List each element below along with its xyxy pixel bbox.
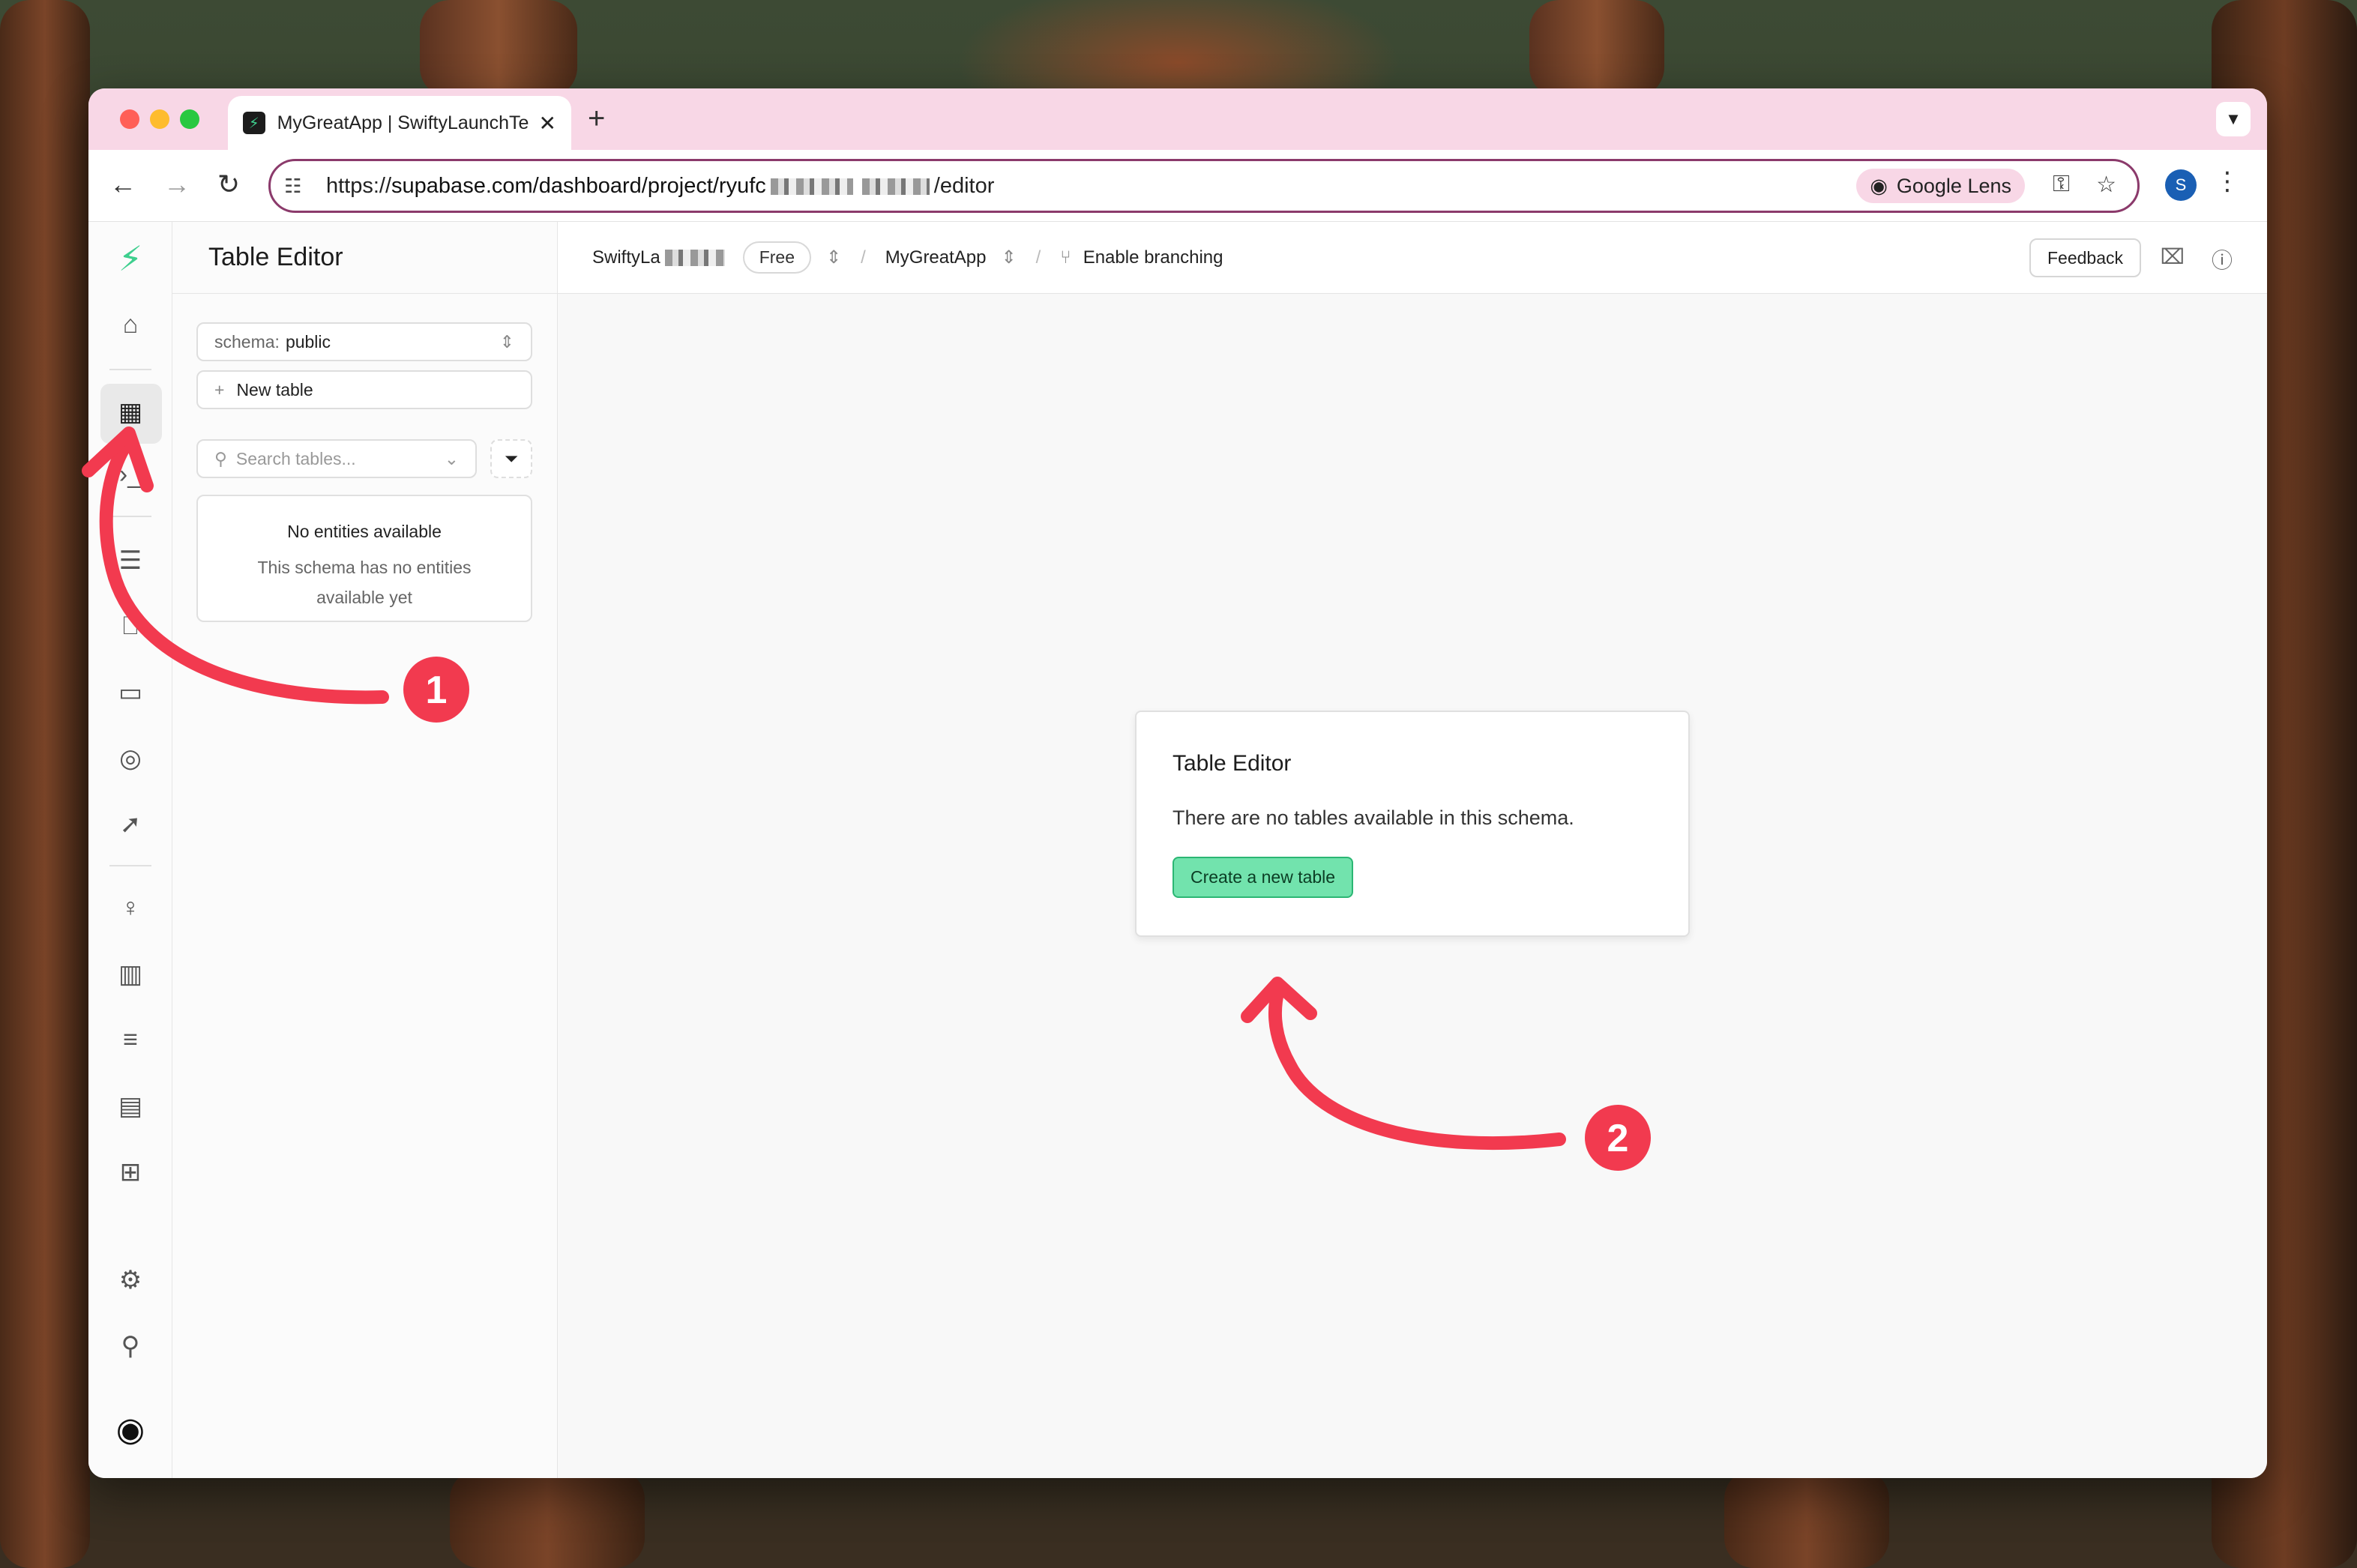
google-lens-button[interactable]: ◉ Google Lens (1856, 169, 2025, 203)
breadcrumb-separator: / (1035, 247, 1041, 268)
background-tree-trunk (0, 0, 90, 1568)
inbox-icon[interactable]: ⌧ (2161, 244, 2185, 269)
supabase-logo-icon[interactable]: ⚡ (88, 238, 172, 279)
database-icon[interactable]: ☰ (88, 546, 172, 576)
reports-icon[interactable]: ▥ (88, 959, 172, 989)
settings-icon[interactable]: ⚙ (88, 1265, 172, 1295)
schema-selector[interactable]: schema: public ⇕ (196, 322, 532, 361)
background-tree-trunk (420, 0, 577, 97)
advisors-icon[interactable]: ♀ (88, 893, 172, 923)
new-table-button[interactable]: + New table (196, 370, 532, 409)
tab-search-chevron-icon[interactable]: ▼ (2216, 102, 2251, 136)
close-window-button[interactable] (120, 109, 139, 129)
storage-icon[interactable]: ▭ (88, 678, 172, 708)
redacted-project-id (770, 178, 853, 195)
url-path-suffix: /editor (933, 173, 995, 198)
plan-badge: Free (742, 241, 811, 274)
new-table-label: New table (236, 379, 313, 399)
reload-icon[interactable]: ↻ (217, 169, 240, 199)
address-bar[interactable]: ☷ https://supabase.com/dashboard/project… (268, 159, 2140, 213)
camera-lens-icon: ◉ (1870, 174, 1888, 197)
site-settings-icon[interactable]: ☷ (284, 175, 314, 198)
rail-divider (109, 516, 151, 517)
nav-rail: ⚡ ⌂ ▦ ›_ ☰ ⎕ ▭ ◎ ➚ ♀ ▥ ≡ ▤ ⊞ ⚙ ⚲ ◉ (88, 222, 172, 1478)
rail-divider (109, 369, 151, 370)
breadcrumb-separator: / (861, 247, 866, 268)
tab-strip: ⚡ MyGreatApp | SwiftyLaunchTe ✕ + ▼ (88, 88, 2267, 150)
project-switcher-icon[interactable]: ⇕ (1002, 247, 1017, 268)
chevron-updown-icon: ⇕ (499, 331, 514, 352)
breadcrumb: SwiftyLa Free ⇕ / MyGreatApp ⇕ / ⑂ Enabl… (558, 222, 2267, 294)
schema-label: schema: (214, 331, 280, 352)
home-icon[interactable]: ⌂ (88, 310, 172, 340)
back-arrow-icon[interactable]: ← (109, 169, 136, 199)
help-icon[interactable]: ⓘ (2212, 244, 2233, 274)
org-switcher-icon[interactable]: ⇕ (826, 247, 841, 268)
empty-entities-panel: No entities available This schema has no… (196, 495, 532, 622)
project-name[interactable]: MyGreatApp (885, 247, 987, 268)
chevron-down-icon: ⌄ (444, 448, 459, 468)
browser-menu-icon[interactable]: ⋮ (2215, 166, 2240, 196)
enable-branching-button[interactable]: Enable branching (1083, 247, 1223, 268)
logs-icon[interactable]: ≡ (88, 1025, 172, 1055)
zoom-window-button[interactable] (180, 109, 199, 129)
supabase-dashboard: ⚡ ⌂ ▦ ›_ ☰ ⎕ ▭ ◎ ➚ ♀ ▥ ≡ ▤ ⊞ ⚙ ⚲ ◉ Table… (88, 222, 2267, 1478)
background-tree-trunk (450, 1469, 645, 1568)
empty-desc-line1: This schema has no entities (257, 558, 472, 577)
browser-toolbar: ← → ↻ ☷ https://supabase.com/dashboard/p… (88, 150, 2267, 222)
search-placeholder: Search tables... (235, 448, 356, 468)
card-title: Table Editor (1173, 751, 1292, 776)
git-branch-icon: ⑂ (1060, 247, 1071, 268)
org-name[interactable]: SwiftyLa (592, 247, 660, 268)
tab-title: MyGreatApp | SwiftyLaunchTe (277, 112, 529, 133)
integrations-icon[interactable]: ⊞ (88, 1157, 172, 1187)
empty-title: No entities available (287, 522, 442, 541)
table-sidebar: Table Editor schema: public ⇕ + New tabl… (172, 222, 558, 1478)
google-lens-label: Google Lens (1896, 174, 2011, 197)
browser-window: ⚡ MyGreatApp | SwiftyLaunchTe ✕ + ▼ ← → … (88, 88, 2267, 1478)
realtime-icon[interactable]: ➚ (88, 809, 172, 839)
account-icon[interactable]: ◉ (88, 1411, 172, 1449)
empty-desc-line2: available yet (316, 588, 412, 607)
filter-funnel-icon: ⏷ (504, 448, 519, 468)
api-docs-icon[interactable]: ▤ (88, 1091, 172, 1121)
forward-arrow-icon[interactable]: → (163, 169, 190, 199)
card-description: There are no tables available in this sc… (1173, 806, 1574, 829)
rail-divider (109, 865, 151, 866)
search-icon: ⚲ (214, 448, 227, 468)
empty-schema-card: Table Editor There are no tables availab… (1135, 711, 1690, 937)
sql-editor-icon[interactable]: ›_ (88, 460, 172, 489)
url-host-path: supabase.com/dashboard/project/ryufc (391, 173, 766, 198)
redacted-project-id (861, 178, 930, 195)
page-title: Table Editor (172, 222, 557, 294)
redacted-org-name (664, 249, 725, 266)
feedback-button[interactable]: Feedback (2029, 238, 2141, 277)
table-editor-icon[interactable]: ▦ (88, 397, 172, 427)
create-table-button[interactable]: Create a new table (1173, 857, 1354, 898)
url-scheme: https:// (326, 173, 392, 198)
tab-close-icon[interactable]: ✕ (539, 111, 556, 136)
new-tab-button[interactable]: + (588, 102, 605, 136)
browser-tab[interactable]: ⚡ MyGreatApp | SwiftyLaunchTe ✕ (228, 96, 571, 150)
bookmark-star-icon[interactable]: ☆ (2096, 172, 2116, 198)
search-icon[interactable]: ⚲ (88, 1331, 172, 1361)
filter-button[interactable]: ⏷ (490, 439, 532, 478)
minimize-window-button[interactable] (150, 109, 169, 129)
profile-avatar[interactable]: S (2165, 169, 2197, 201)
supabase-favicon-icon: ⚡ (243, 112, 265, 134)
background-tree-trunk (1724, 1469, 1889, 1568)
schema-value: public (285, 331, 331, 352)
plus-icon: + (214, 379, 225, 399)
background-tree-trunk (1529, 0, 1664, 97)
edge-functions-icon[interactable]: ◎ (88, 744, 172, 774)
password-key-icon[interactable]: ⚿ (2053, 172, 2070, 197)
empty-description: This schema has no entities available yet (198, 552, 531, 612)
search-tables-input[interactable]: ⚲ Search tables... ⌄ (196, 439, 477, 478)
authentication-icon[interactable]: ⎕ (88, 612, 172, 641)
url-text[interactable]: https://supabase.com/dashboard/project/r… (326, 174, 994, 199)
